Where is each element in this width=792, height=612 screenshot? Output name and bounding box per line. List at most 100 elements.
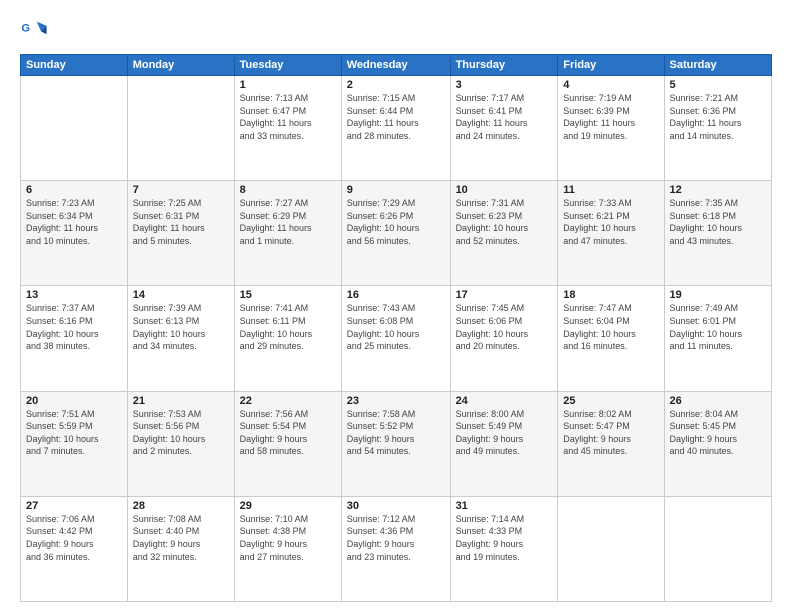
day-info: Sunrise: 7:21 AM Sunset: 6:36 PM Dayligh…: [670, 92, 767, 142]
day-number: 20: [26, 395, 122, 407]
day-number: 29: [240, 500, 336, 512]
day-number: 9: [347, 184, 445, 196]
day-info: Sunrise: 7:47 AM Sunset: 6:04 PM Dayligh…: [563, 302, 658, 352]
day-cell: 25Sunrise: 8:02 AM Sunset: 5:47 PM Dayli…: [558, 391, 664, 496]
logo-icon: G: [20, 16, 48, 44]
day-info: Sunrise: 8:04 AM Sunset: 5:45 PM Dayligh…: [670, 408, 767, 458]
day-number: 2: [347, 79, 445, 91]
day-number: 4: [563, 79, 658, 91]
day-info: Sunrise: 7:39 AM Sunset: 6:13 PM Dayligh…: [133, 302, 229, 352]
day-number: 11: [563, 184, 658, 196]
day-cell: 21Sunrise: 7:53 AM Sunset: 5:56 PM Dayli…: [127, 391, 234, 496]
day-cell: 31Sunrise: 7:14 AM Sunset: 4:33 PM Dayli…: [450, 496, 558, 601]
day-number: 12: [670, 184, 767, 196]
day-number: 27: [26, 500, 122, 512]
day-cell: 27Sunrise: 7:06 AM Sunset: 4:42 PM Dayli…: [21, 496, 128, 601]
day-number: 22: [240, 395, 336, 407]
day-info: Sunrise: 7:15 AM Sunset: 6:44 PM Dayligh…: [347, 92, 445, 142]
day-number: 17: [456, 289, 553, 301]
column-header-monday: Monday: [127, 55, 234, 76]
week-row-3: 13Sunrise: 7:37 AM Sunset: 6:16 PM Dayli…: [21, 286, 772, 391]
day-info: Sunrise: 7:33 AM Sunset: 6:21 PM Dayligh…: [563, 197, 658, 247]
day-number: 13: [26, 289, 122, 301]
day-info: Sunrise: 7:45 AM Sunset: 6:06 PM Dayligh…: [456, 302, 553, 352]
calendar-table: SundayMondayTuesdayWednesdayThursdayFrid…: [20, 54, 772, 602]
day-cell: 26Sunrise: 8:04 AM Sunset: 5:45 PM Dayli…: [664, 391, 772, 496]
day-cell: 13Sunrise: 7:37 AM Sunset: 6:16 PM Dayli…: [21, 286, 128, 391]
day-number: 15: [240, 289, 336, 301]
day-number: 23: [347, 395, 445, 407]
day-number: 16: [347, 289, 445, 301]
day-number: 21: [133, 395, 229, 407]
day-cell: 10Sunrise: 7:31 AM Sunset: 6:23 PM Dayli…: [450, 181, 558, 286]
day-cell: 22Sunrise: 7:56 AM Sunset: 5:54 PM Dayli…: [234, 391, 341, 496]
day-info: Sunrise: 7:31 AM Sunset: 6:23 PM Dayligh…: [456, 197, 553, 247]
day-info: Sunrise: 7:43 AM Sunset: 6:08 PM Dayligh…: [347, 302, 445, 352]
day-cell: 30Sunrise: 7:12 AM Sunset: 4:36 PM Dayli…: [341, 496, 450, 601]
day-info: Sunrise: 7:17 AM Sunset: 6:41 PM Dayligh…: [456, 92, 553, 142]
day-info: Sunrise: 7:08 AM Sunset: 4:40 PM Dayligh…: [133, 513, 229, 563]
day-cell: 14Sunrise: 7:39 AM Sunset: 6:13 PM Dayli…: [127, 286, 234, 391]
day-number: 19: [670, 289, 767, 301]
day-number: 31: [456, 500, 553, 512]
column-header-sunday: Sunday: [21, 55, 128, 76]
day-cell: 24Sunrise: 8:00 AM Sunset: 5:49 PM Dayli…: [450, 391, 558, 496]
week-row-1: 1Sunrise: 7:13 AM Sunset: 6:47 PM Daylig…: [21, 76, 772, 181]
day-cell: [664, 496, 772, 601]
day-cell: 23Sunrise: 7:58 AM Sunset: 5:52 PM Dayli…: [341, 391, 450, 496]
column-header-saturday: Saturday: [664, 55, 772, 76]
day-info: Sunrise: 7:14 AM Sunset: 4:33 PM Dayligh…: [456, 513, 553, 563]
day-cell: [127, 76, 234, 181]
day-number: 24: [456, 395, 553, 407]
day-cell: 9Sunrise: 7:29 AM Sunset: 6:26 PM Daylig…: [341, 181, 450, 286]
day-cell: 8Sunrise: 7:27 AM Sunset: 6:29 PM Daylig…: [234, 181, 341, 286]
day-number: 28: [133, 500, 229, 512]
day-cell: 7Sunrise: 7:25 AM Sunset: 6:31 PM Daylig…: [127, 181, 234, 286]
day-cell: 5Sunrise: 7:21 AM Sunset: 6:36 PM Daylig…: [664, 76, 772, 181]
week-row-2: 6Sunrise: 7:23 AM Sunset: 6:34 PM Daylig…: [21, 181, 772, 286]
day-info: Sunrise: 7:35 AM Sunset: 6:18 PM Dayligh…: [670, 197, 767, 247]
day-info: Sunrise: 7:27 AM Sunset: 6:29 PM Dayligh…: [240, 197, 336, 247]
day-info: Sunrise: 7:19 AM Sunset: 6:39 PM Dayligh…: [563, 92, 658, 142]
day-number: 5: [670, 79, 767, 91]
day-info: Sunrise: 7:06 AM Sunset: 4:42 PM Dayligh…: [26, 513, 122, 563]
day-cell: 19Sunrise: 7:49 AM Sunset: 6:01 PM Dayli…: [664, 286, 772, 391]
week-row-4: 20Sunrise: 7:51 AM Sunset: 5:59 PM Dayli…: [21, 391, 772, 496]
header: G: [20, 16, 772, 44]
day-cell: 1Sunrise: 7:13 AM Sunset: 6:47 PM Daylig…: [234, 76, 341, 181]
day-number: 10: [456, 184, 553, 196]
day-number: 6: [26, 184, 122, 196]
day-cell: 28Sunrise: 7:08 AM Sunset: 4:40 PM Dayli…: [127, 496, 234, 601]
day-cell: 16Sunrise: 7:43 AM Sunset: 6:08 PM Dayli…: [341, 286, 450, 391]
day-cell: 15Sunrise: 7:41 AM Sunset: 6:11 PM Dayli…: [234, 286, 341, 391]
day-cell: 3Sunrise: 7:17 AM Sunset: 6:41 PM Daylig…: [450, 76, 558, 181]
day-number: 30: [347, 500, 445, 512]
day-cell: [21, 76, 128, 181]
day-info: Sunrise: 7:41 AM Sunset: 6:11 PM Dayligh…: [240, 302, 336, 352]
day-cell: 18Sunrise: 7:47 AM Sunset: 6:04 PM Dayli…: [558, 286, 664, 391]
day-info: Sunrise: 7:29 AM Sunset: 6:26 PM Dayligh…: [347, 197, 445, 247]
day-info: Sunrise: 8:00 AM Sunset: 5:49 PM Dayligh…: [456, 408, 553, 458]
day-cell: 17Sunrise: 7:45 AM Sunset: 6:06 PM Dayli…: [450, 286, 558, 391]
day-number: 26: [670, 395, 767, 407]
column-header-wednesday: Wednesday: [341, 55, 450, 76]
day-cell: 2Sunrise: 7:15 AM Sunset: 6:44 PM Daylig…: [341, 76, 450, 181]
day-number: 1: [240, 79, 336, 91]
day-info: Sunrise: 7:13 AM Sunset: 6:47 PM Dayligh…: [240, 92, 336, 142]
calendar-header-row: SundayMondayTuesdayWednesdayThursdayFrid…: [21, 55, 772, 76]
day-number: 8: [240, 184, 336, 196]
week-row-5: 27Sunrise: 7:06 AM Sunset: 4:42 PM Dayli…: [21, 496, 772, 601]
svg-text:G: G: [21, 22, 30, 34]
page: G SundayMondayTuesdayWednesdayThursdayFr…: [0, 0, 792, 612]
day-number: 25: [563, 395, 658, 407]
day-number: 3: [456, 79, 553, 91]
day-info: Sunrise: 7:10 AM Sunset: 4:38 PM Dayligh…: [240, 513, 336, 563]
day-cell: 4Sunrise: 7:19 AM Sunset: 6:39 PM Daylig…: [558, 76, 664, 181]
day-cell: 29Sunrise: 7:10 AM Sunset: 4:38 PM Dayli…: [234, 496, 341, 601]
day-number: 14: [133, 289, 229, 301]
day-info: Sunrise: 7:37 AM Sunset: 6:16 PM Dayligh…: [26, 302, 122, 352]
day-info: Sunrise: 7:49 AM Sunset: 6:01 PM Dayligh…: [670, 302, 767, 352]
day-cell: 20Sunrise: 7:51 AM Sunset: 5:59 PM Dayli…: [21, 391, 128, 496]
day-number: 7: [133, 184, 229, 196]
day-number: 18: [563, 289, 658, 301]
